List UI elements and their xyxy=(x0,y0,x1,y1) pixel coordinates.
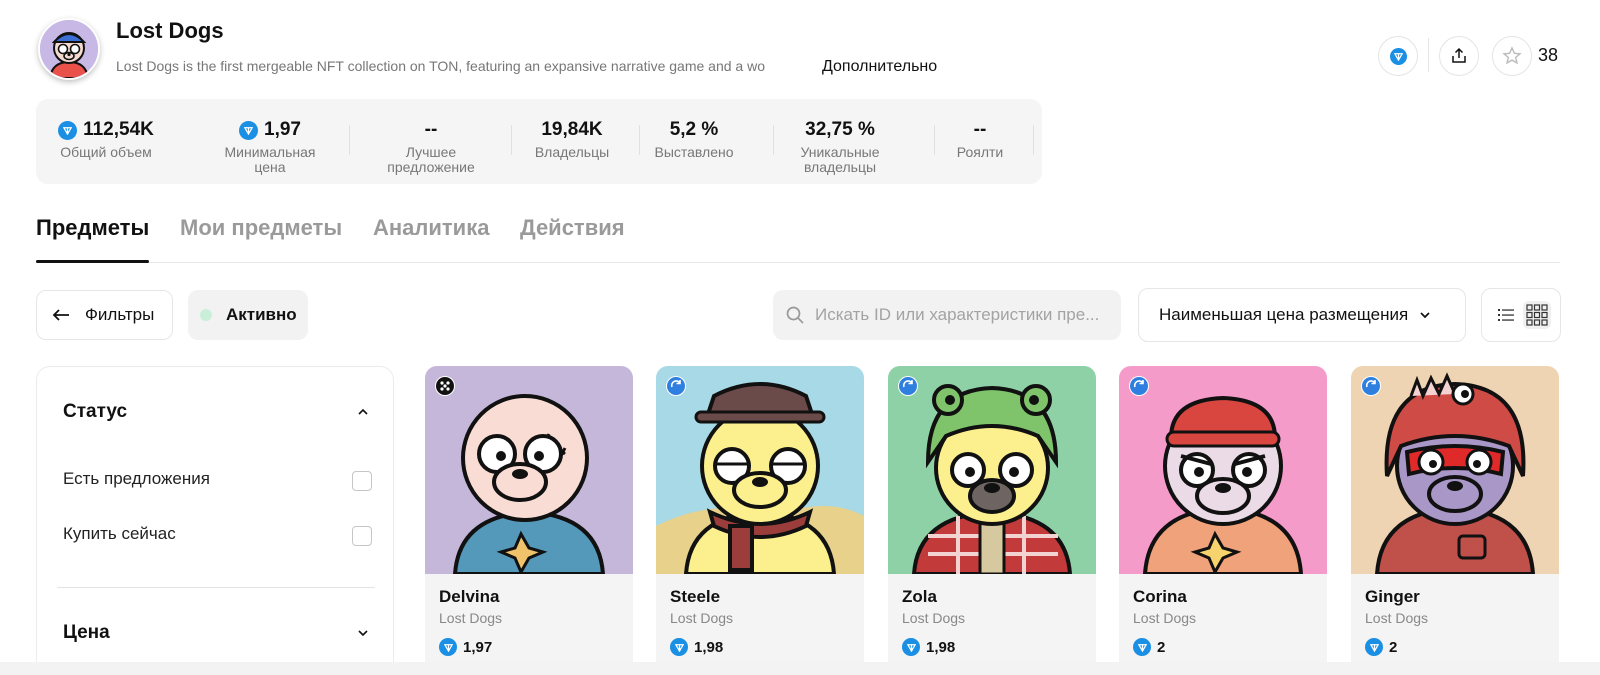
nft-collection: Lost Dogs xyxy=(670,610,734,626)
chevron-down-icon xyxy=(1420,312,1430,319)
nft-price: 1,98 xyxy=(670,638,723,656)
ton-icon xyxy=(902,638,920,656)
share-button[interactable] xyxy=(1439,36,1479,76)
active-tab-indicator xyxy=(36,260,149,263)
status-section-title[interactable]: Статус xyxy=(63,401,127,423)
chevron-up-icon[interactable] xyxy=(355,404,371,420)
nft-card[interactable]: Steele Lost Dogs 1,98 xyxy=(656,366,864,675)
stat-divider xyxy=(934,125,935,155)
grid-view-button[interactable] xyxy=(1522,301,1551,329)
refresh-icon xyxy=(1129,376,1149,396)
stat-unique-owners: 32,75 % Уникальные владельцы xyxy=(800,119,880,175)
price-section-title[interactable]: Цена xyxy=(63,622,110,644)
stat-divider xyxy=(349,125,350,155)
search-input[interactable] xyxy=(815,305,1115,325)
tab-my-items[interactable]: Мои предметы xyxy=(180,215,342,241)
panel-divider xyxy=(57,587,375,588)
nft-collection: Lost Dogs xyxy=(902,610,966,626)
chevron-down-icon[interactable] xyxy=(355,625,371,641)
nft-price: 1,97 xyxy=(439,638,492,656)
list-icon xyxy=(1497,309,1514,321)
nft-image xyxy=(1351,366,1559,574)
nft-image xyxy=(425,366,633,574)
favorites-count: 38 xyxy=(1538,45,1559,65)
stat-royalty: -- Роялти xyxy=(956,119,1004,160)
nft-name: Ginger xyxy=(1365,587,1420,606)
nft-collection: Lost Dogs xyxy=(439,610,503,626)
ton-icon xyxy=(439,638,457,656)
has-offers-checkbox[interactable] xyxy=(352,471,372,491)
nft-price: 1,98 xyxy=(902,638,955,656)
nft-name: Corina xyxy=(1133,587,1187,606)
nft-collection: Lost Dogs xyxy=(1365,610,1429,626)
refresh-icon xyxy=(898,376,918,396)
list-view-button[interactable] xyxy=(1492,301,1520,329)
nft-card[interactable]: Zola Lost Dogs 1,98 xyxy=(888,366,1096,675)
collection-avatar xyxy=(38,18,100,80)
page: Lost Dogs Lost Dogs is the first mergeab… xyxy=(0,0,1600,675)
grid-icon xyxy=(1525,304,1548,326)
ton-icon xyxy=(1365,638,1383,656)
nft-price: 2 xyxy=(1365,638,1397,656)
stats-bar: 112,54K Общий объем 1,97 Минимальная цен… xyxy=(36,99,1042,184)
nft-card[interactable]: Ginger Lost Dogs 2 xyxy=(1351,366,1559,675)
nft-image xyxy=(888,366,1096,574)
ton-icon xyxy=(1389,47,1407,65)
filter-option-buy-now: Купить сейчас xyxy=(63,524,176,543)
nft-image xyxy=(656,366,864,574)
stat-owners: 19,84K Владельцы xyxy=(534,119,610,160)
nft-name: Delvina xyxy=(439,587,500,606)
refresh-icon xyxy=(1361,376,1381,396)
tab-items[interactable]: Предметы xyxy=(36,215,149,241)
filter-option-has-offers: Есть предложения xyxy=(63,469,210,488)
stat-divider xyxy=(511,125,512,155)
more-link[interactable]: Дополнительно xyxy=(818,58,942,76)
sort-dropdown[interactable]: Наименьшая цена размещения xyxy=(1138,288,1466,342)
nft-card[interactable]: Corina Lost Dogs 2 xyxy=(1119,366,1327,675)
collection-title: Lost Dogs xyxy=(116,18,224,43)
arrow-left-icon xyxy=(52,309,69,321)
filters-button[interactable]: Фильтры xyxy=(36,290,173,340)
refresh-icon xyxy=(666,376,686,396)
ton-icon xyxy=(239,120,258,140)
nft-price: 2 xyxy=(1133,638,1165,656)
star-icon xyxy=(1502,46,1522,65)
filter-panel: Статус Есть предложения Купить сейчас Це… xyxy=(36,366,394,675)
nft-collection: Lost Dogs xyxy=(1133,610,1197,626)
view-toggle xyxy=(1481,288,1561,342)
stat-total-volume: 112,54K Общий объем xyxy=(50,99,162,184)
status-dot xyxy=(200,309,212,321)
nft-name: Zola xyxy=(902,587,937,606)
favorite-button[interactable] xyxy=(1492,36,1532,76)
stat-listed: 5,2 % Выставлено xyxy=(654,119,734,160)
tab-analytics[interactable]: Аналитика xyxy=(373,215,489,241)
search-icon xyxy=(786,306,804,324)
ton-icon xyxy=(1133,638,1151,656)
header-divider xyxy=(1428,38,1429,72)
stat-divider xyxy=(639,125,640,155)
ton-icon xyxy=(670,638,688,656)
active-status-chip[interactable]: Активно xyxy=(188,290,308,340)
search-box xyxy=(773,290,1121,340)
ton-icon xyxy=(58,120,78,140)
nft-card[interactable]: Delvina Lost Dogs 1,97 xyxy=(425,366,633,675)
buy-now-checkbox[interactable] xyxy=(352,526,372,546)
stat-best-offer: -- Лучшее предложение xyxy=(387,119,475,175)
bottom-bar xyxy=(0,662,1600,675)
collection-description: Lost Dogs is the first mergeable NFT col… xyxy=(116,58,766,74)
stat-divider xyxy=(773,125,774,155)
nft-name: Steele xyxy=(670,587,721,606)
tab-activity[interactable]: Действия xyxy=(520,215,625,241)
nft-image xyxy=(1119,366,1327,574)
tabs-divider xyxy=(36,262,1560,263)
ton-network-button[interactable] xyxy=(1378,36,1418,76)
stat-divider xyxy=(1033,125,1034,155)
share-icon xyxy=(1452,47,1466,63)
dice-icon xyxy=(435,376,455,396)
stat-floor-price: 1,97 Минимальная цена xyxy=(224,119,316,175)
